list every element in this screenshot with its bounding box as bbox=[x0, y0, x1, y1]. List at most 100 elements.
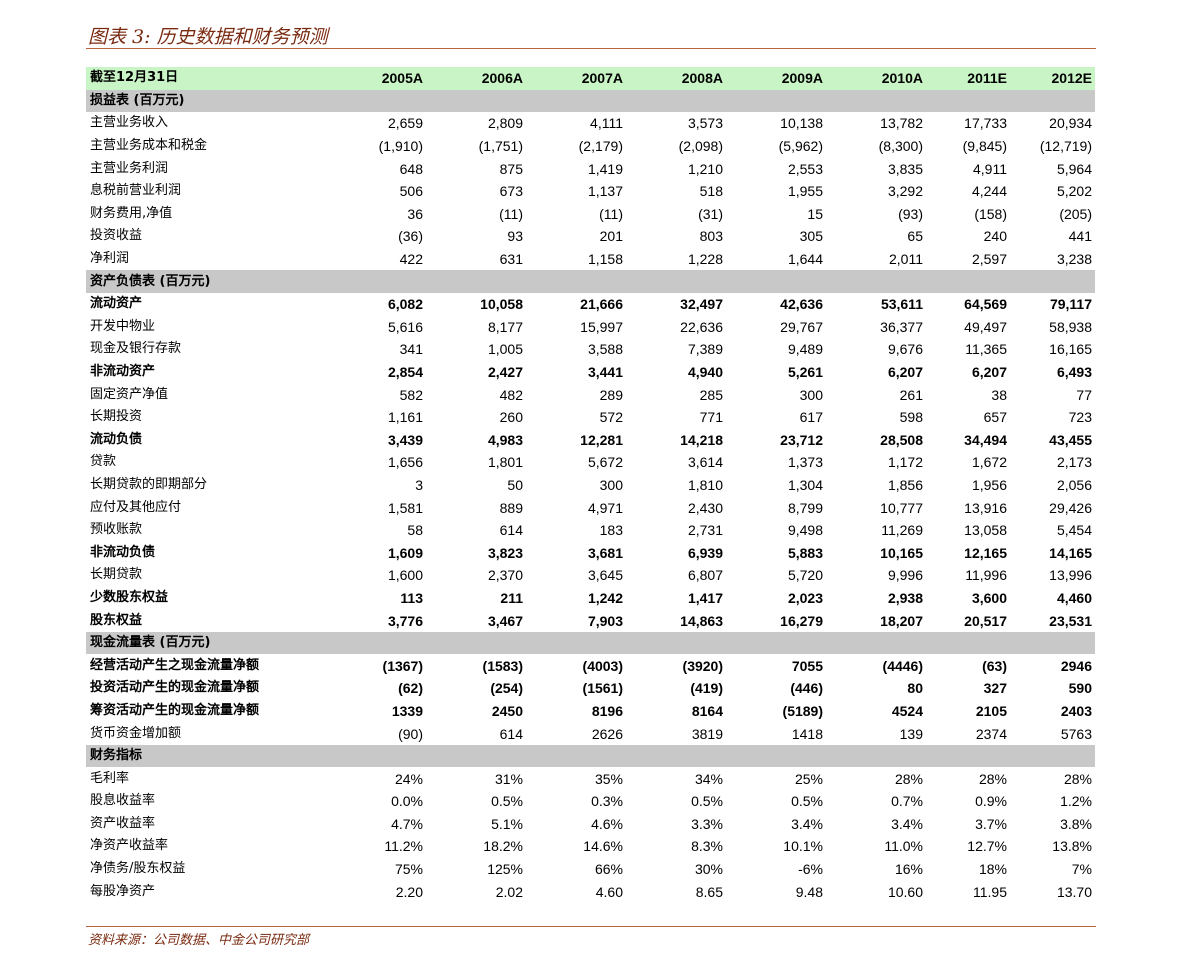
value-cell: 20,934 bbox=[1049, 115, 1092, 132]
value-cell: 7,389 bbox=[687, 341, 723, 358]
value-cell: 139 bbox=[899, 725, 923, 742]
value-cell: 1,644 bbox=[787, 251, 823, 268]
value-cell: 2,056 bbox=[1056, 476, 1092, 493]
value-cell: (11) bbox=[599, 205, 623, 222]
value-cell: 125% bbox=[487, 861, 523, 878]
value-cell: 0.9% bbox=[975, 793, 1007, 810]
value-cell: 4,911 bbox=[973, 160, 1007, 177]
value-cell: 21,666 bbox=[580, 296, 623, 313]
value-cell: 80 bbox=[907, 680, 923, 697]
value-cell: 2,430 bbox=[687, 499, 723, 516]
value-cell: 2,173 bbox=[1056, 454, 1092, 471]
value-cell: 2.20 bbox=[395, 883, 423, 900]
value-cell: 300 bbox=[799, 386, 823, 403]
value-cell: 240 bbox=[983, 228, 1007, 245]
table-row: 股息收益率 0.0% 0.5% 0.3% 0.5% 0.5% 0.7% 0.9% 1.2% bbox=[86, 790, 1095, 813]
value-cell: 327 bbox=[983, 680, 1007, 697]
value-cell: 0.5% bbox=[491, 793, 523, 810]
row-label: 主营业务收入 bbox=[90, 115, 169, 131]
value-cell: (1367) bbox=[382, 657, 423, 674]
table-row: 股东权益 3,776 3,467 7,903 14,863 16,279 18,207 20,… bbox=[86, 609, 1095, 632]
value-cell: 614 bbox=[499, 725, 523, 742]
value-cell: 11.0% bbox=[884, 838, 923, 855]
value-cell: 341 bbox=[399, 341, 423, 358]
value-cell: 13,916 bbox=[964, 499, 1007, 516]
value-cell: 3,573 bbox=[687, 115, 723, 132]
table-body: 截至12月31日 2005A 2006A 2007A 2008A 2009A 2… bbox=[86, 67, 1095, 903]
table-row: 投资收益 (36) 93 201 803 305 65 240 441 bbox=[86, 225, 1095, 248]
table-row: 投资活动产生的现金流量净额 (62) (254) (1561) (419) (446) 80… bbox=[86, 677, 1095, 700]
value-cell: 38 bbox=[991, 386, 1007, 403]
value-cell: 66% bbox=[594, 861, 623, 878]
value-cell: (1,751) bbox=[478, 138, 523, 155]
row-label: 投资活动产生的现金流量净额 bbox=[90, 680, 260, 696]
value-cell: 5763 bbox=[1060, 725, 1092, 742]
row-label: 毛利率 bbox=[90, 770, 130, 786]
value-cell: 4524 bbox=[891, 702, 923, 719]
table-row: 主营业务利润 648 875 1,419 1,210 2,553 3,835 4,911 5,9… bbox=[86, 157, 1095, 180]
value-cell: 617 bbox=[799, 409, 823, 426]
value-cell: 4,940 bbox=[687, 364, 723, 381]
value-cell: 2,553 bbox=[787, 160, 823, 177]
value-cell: 11.95 bbox=[973, 883, 1007, 900]
row-label: 非流动负债 bbox=[90, 544, 156, 560]
value-cell: 6,807 bbox=[687, 567, 723, 584]
table-row: 毛利率 24% 31% 35% 34% 25% 28% 28% 28% bbox=[86, 767, 1095, 790]
value-cell: 5,616 bbox=[387, 318, 423, 335]
value-cell: 305 bbox=[799, 228, 823, 245]
value-cell: 28% bbox=[978, 770, 1007, 787]
value-cell: 1,656 bbox=[387, 454, 423, 471]
value-cell: 3,292 bbox=[887, 183, 923, 200]
value-cell: 28,508 bbox=[880, 431, 923, 448]
value-cell: 5,454 bbox=[1056, 522, 1092, 539]
value-cell: 1,419 bbox=[587, 160, 623, 177]
value-cell: 5,883 bbox=[787, 544, 823, 561]
table-row: 息税前营业利润 506 673 1,137 518 1,955 3,292 4,244 5,20… bbox=[86, 180, 1095, 203]
value-cell: 13,058 bbox=[964, 522, 1007, 539]
value-cell: (446) bbox=[790, 680, 823, 697]
section-header-row: 财务指标 bbox=[86, 744, 1095, 768]
header-year: 2012E bbox=[1010, 67, 1095, 90]
row-label: 主营业务成本和税金 bbox=[90, 138, 208, 154]
value-cell: 300 bbox=[599, 476, 623, 493]
row-label: 股东权益 bbox=[90, 612, 143, 628]
value-cell: 58,938 bbox=[1049, 318, 1092, 335]
value-cell: 5,202 bbox=[1056, 183, 1092, 200]
value-cell: 3,681 bbox=[587, 544, 623, 561]
value-cell: 14,863 bbox=[680, 612, 723, 629]
row-label: 股息收益率 bbox=[90, 793, 156, 809]
value-cell: 3,776 bbox=[387, 612, 423, 629]
value-cell: 9,498 bbox=[787, 522, 823, 539]
value-cell: 8.3% bbox=[691, 838, 723, 855]
header-year: 2009A bbox=[726, 67, 826, 90]
value-cell: 9.48 bbox=[795, 883, 823, 900]
value-cell: 1,228 bbox=[687, 251, 723, 268]
value-cell: 1,581 bbox=[387, 499, 423, 516]
header-year: 2010A bbox=[826, 67, 926, 90]
value-cell: 506 bbox=[399, 183, 423, 200]
value-cell: 673 bbox=[499, 183, 523, 200]
value-cell: 1.2% bbox=[1060, 793, 1092, 810]
value-cell: 631 bbox=[499, 251, 523, 268]
value-cell: 7% bbox=[1071, 861, 1092, 878]
row-label: 长期投资 bbox=[90, 409, 143, 425]
row-label: 财务费用,净值 bbox=[90, 205, 173, 221]
value-cell: 29,426 bbox=[1049, 499, 1092, 516]
value-cell: 3.4% bbox=[791, 815, 823, 832]
value-cell: (62) bbox=[398, 680, 423, 697]
value-cell: 3,600 bbox=[971, 589, 1007, 606]
value-cell: 2626 bbox=[591, 725, 623, 742]
value-cell: (93) bbox=[898, 205, 923, 222]
value-cell: 10,058 bbox=[480, 296, 523, 313]
value-cell: 5,964 bbox=[1056, 160, 1092, 177]
value-cell: 16,279 bbox=[780, 612, 823, 629]
row-label: 筹资活动产生的现金流量净额 bbox=[90, 702, 260, 718]
value-cell: 2,011 bbox=[889, 251, 923, 268]
row-label: 主营业务利润 bbox=[90, 160, 169, 176]
table-row: 主营业务收入 2,659 2,809 4,111 3,573 10,138 13,782 17… bbox=[86, 112, 1095, 135]
value-cell: 17,733 bbox=[964, 115, 1007, 132]
value-cell: 2,659 bbox=[387, 115, 423, 132]
value-cell: 6,082 bbox=[387, 296, 423, 313]
table-row: 非流动资产 2,854 2,427 3,441 4,940 5,261 6,207 6,207… bbox=[86, 361, 1095, 384]
value-cell: 4.6% bbox=[591, 815, 623, 832]
